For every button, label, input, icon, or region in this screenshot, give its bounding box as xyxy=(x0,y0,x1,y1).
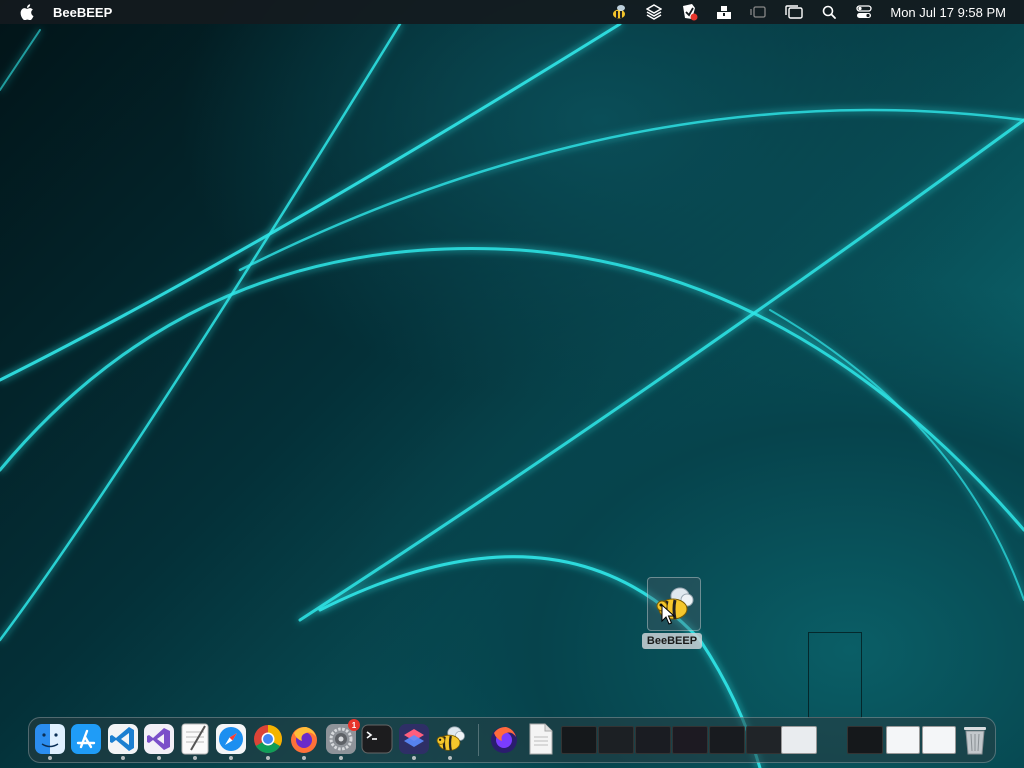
dock-item-system-settings[interactable]: 1 xyxy=(325,719,360,760)
dock-item-textedit[interactable] xyxy=(179,722,211,760)
apple-menu-icon[interactable] xyxy=(17,0,37,24)
minimized-window-8[interactable] xyxy=(847,726,883,754)
vscode-icon xyxy=(108,724,138,754)
screen-record-icon[interactable] xyxy=(745,0,773,24)
dock: 1 xyxy=(28,717,996,763)
dock-item-trash[interactable] xyxy=(959,722,991,756)
active-app-name[interactable]: BeeBEEP xyxy=(53,5,112,20)
minimized-window-3[interactable] xyxy=(635,726,671,754)
layers-icon[interactable] xyxy=(640,0,668,24)
textedit-icon xyxy=(181,723,209,755)
dock-item-safari[interactable] xyxy=(215,722,247,760)
dock-separator xyxy=(478,724,479,756)
desktop-icon-label[interactable]: BeeBEEP xyxy=(642,633,702,649)
control-center-icon[interactable] xyxy=(850,0,878,24)
beebeep-status-icon[interactable] xyxy=(605,0,633,24)
desktop-wallpaper xyxy=(0,0,1024,768)
dock-item-shortcuts[interactable] xyxy=(398,722,430,760)
minimized-window-2[interactable] xyxy=(598,726,634,754)
minimized-window-4[interactable] xyxy=(672,726,708,754)
dock-item-terminal[interactable] xyxy=(361,722,393,756)
mouse-cursor-icon xyxy=(661,604,675,625)
minimized-window-6[interactable] xyxy=(746,726,782,754)
document-icon xyxy=(529,723,553,755)
selection-rectangle xyxy=(808,632,862,718)
app-store-icon xyxy=(71,724,101,754)
dock-item-document[interactable] xyxy=(525,722,557,756)
minimized-window-1[interactable] xyxy=(561,726,597,754)
dock-item-chrome[interactable] xyxy=(252,722,284,760)
minimized-window-9[interactable] xyxy=(886,726,920,754)
beebeep-icon xyxy=(436,726,465,751)
stack-icon[interactable] xyxy=(710,0,738,24)
dock-item-finder[interactable] xyxy=(34,722,66,760)
minimized-window-10[interactable] xyxy=(922,726,956,754)
wallpaper-curves xyxy=(0,22,1024,768)
minimized-window-7[interactable] xyxy=(781,726,817,754)
dock-item-app-store[interactable] xyxy=(70,722,102,756)
chrome-icon xyxy=(254,725,282,753)
visual-studio-icon xyxy=(144,724,174,754)
menu-bar: BeeBEEP Mon Jul 17 9:58 PM xyxy=(0,0,1024,24)
trash-icon xyxy=(964,727,986,755)
terminal-icon xyxy=(361,724,393,754)
shortcuts-icon xyxy=(399,724,429,754)
notification-badge: 1 xyxy=(348,719,360,731)
dock-item-visual-studio[interactable] xyxy=(143,722,175,760)
shield-badge-icon[interactable] xyxy=(675,0,703,24)
minimized-window-5[interactable] xyxy=(709,726,745,754)
dock-item-vscode[interactable] xyxy=(107,722,139,760)
dock-item-firefox[interactable] xyxy=(288,722,320,760)
menu-bar-clock[interactable]: Mon Jul 17 9:58 PM xyxy=(890,5,1006,20)
safari-icon xyxy=(216,724,246,754)
search-icon[interactable] xyxy=(815,0,843,24)
finder-icon xyxy=(35,724,65,754)
dock-item-beebeep[interactable] xyxy=(434,722,466,760)
dock-item-firefox-nightly[interactable] xyxy=(488,722,520,756)
firefox-nightly-icon xyxy=(491,727,517,753)
window-switcher-icon[interactable] xyxy=(780,0,808,24)
firefox-icon xyxy=(291,727,317,753)
